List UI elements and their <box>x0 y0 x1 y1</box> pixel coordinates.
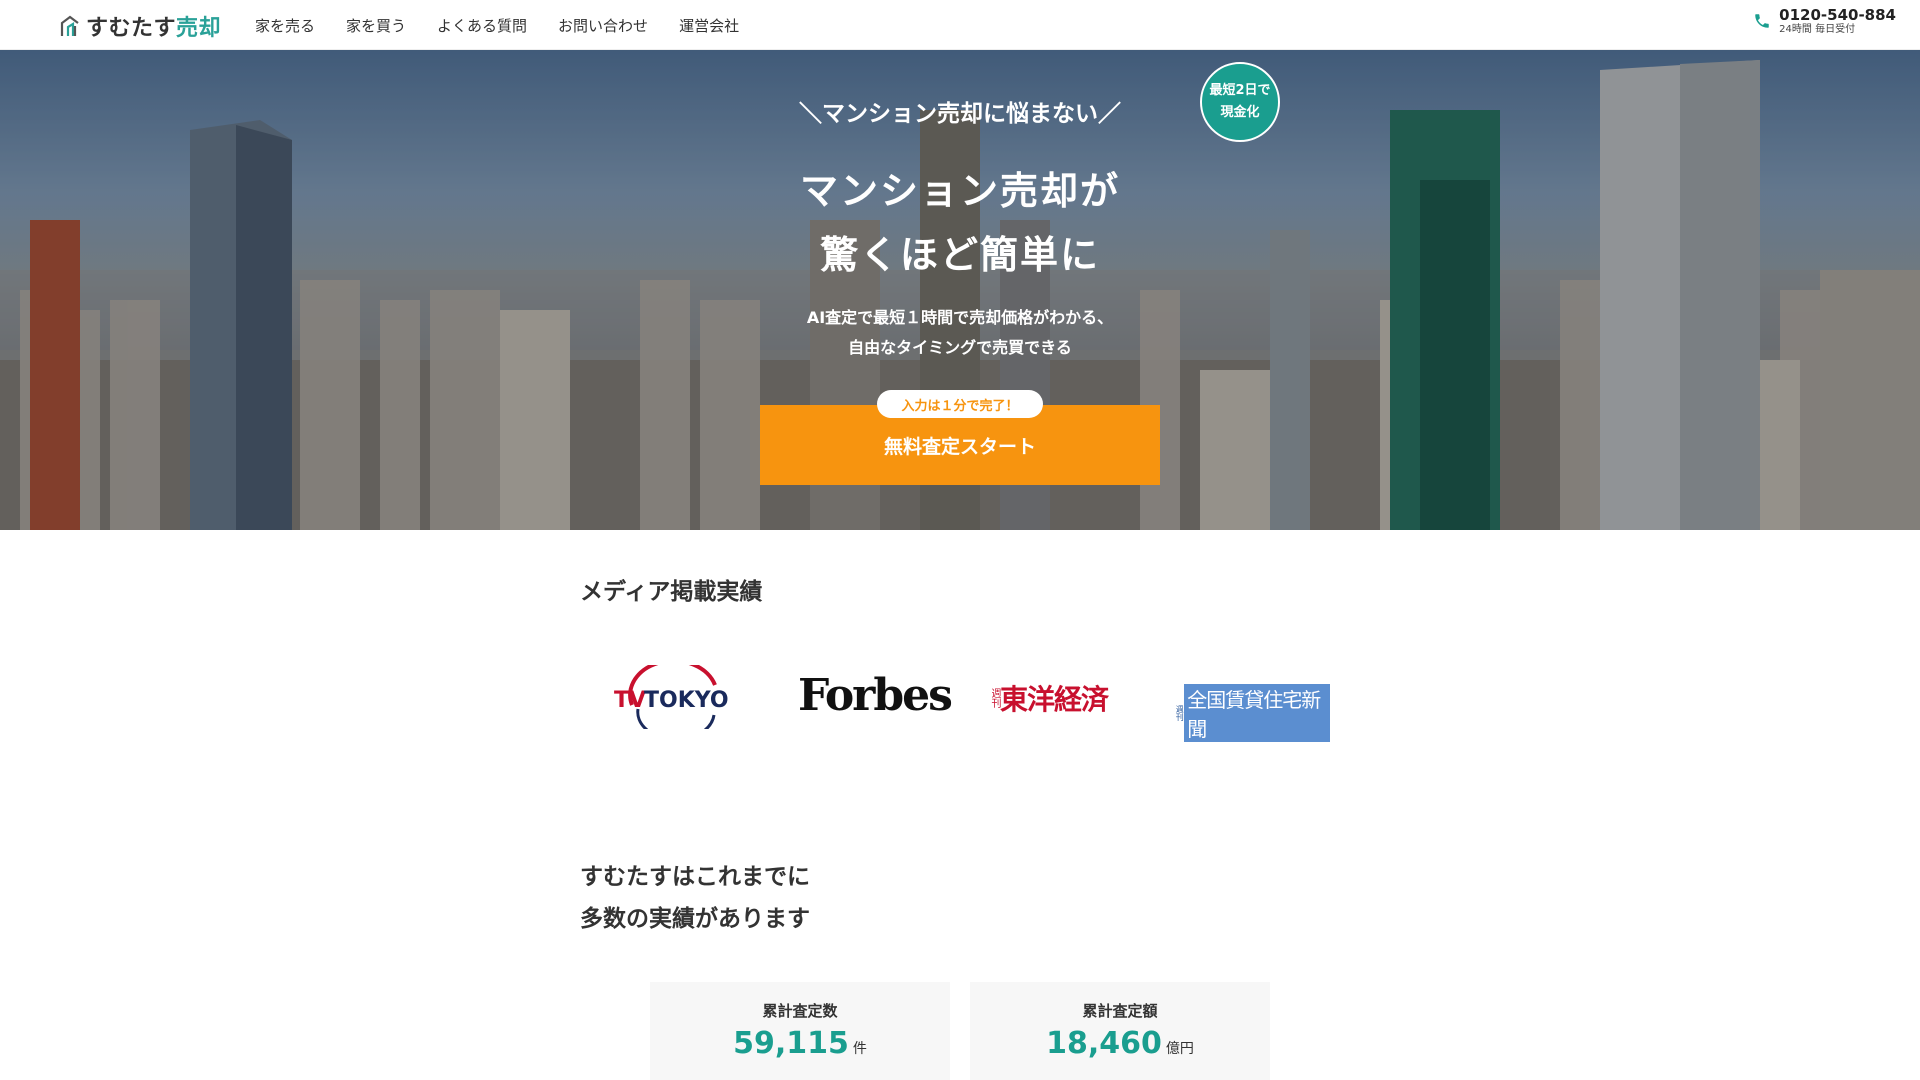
site-logo[interactable]: すむたす売却 <box>60 10 221 42</box>
stat-card-appraisal-amount: 累計査定額 18,460 億円 <box>970 982 1270 1080</box>
nav-contact[interactable]: お問い合わせ <box>558 15 648 36</box>
stat-unit: 件 <box>852 1041 867 1057</box>
cash-badge-line2: 現金化 <box>1220 105 1260 120</box>
logo-text: すむたす売却 <box>86 16 222 41</box>
tv-tokyo-logo: TV TOKYO <box>614 665 729 729</box>
forbes-logo: Forbes <box>798 670 953 721</box>
hero-tagline: ＼マンション売却に悩まない／ <box>799 101 1121 127</box>
media-logo-row: TV TOKYO Forbes 週刊 東洋経済 週刊 全国賃貸住宅新聞 <box>610 660 1330 742</box>
tv-tokyo-name-text: TOKYO <box>644 688 729 713</box>
zenkoku-weekly: 週刊 <box>1175 705 1185 721</box>
site-header: すむたす売却 家を売る 家を買う よくある質問 お問い合わせ 運営会社 0120… <box>0 0 1920 50</box>
phone-hours: 24時間 毎日受付 <box>1779 24 1856 35</box>
stat-label: 累計査定額 <box>1082 1002 1158 1020</box>
hero-description-line2: 自由なタイミングで売買できる <box>848 338 1072 357</box>
tv-tokyo-tv-text: TV <box>614 688 646 713</box>
cash-badge: 最短2日で 現金化 <box>1200 62 1280 142</box>
hero-title-line1: マンション売却が <box>799 169 1120 213</box>
records-title-line1: すむたすはこれまでに <box>580 864 810 890</box>
nav-buy-house[interactable]: 家を買う <box>346 15 406 36</box>
zenkoku-chintai-logo: 週刊 全国賃貸住宅新聞 <box>1175 684 1330 742</box>
stat-value: 59,115 <box>733 1026 849 1061</box>
stat-unit: 億円 <box>1165 1041 1194 1057</box>
toyo-keizai-weekly: 週刊 <box>989 688 1000 708</box>
media-section-title: メディア掲載実績 <box>580 579 763 605</box>
hero-description-line1: AI査定で最短１時間で売却価格がわかる、 <box>806 308 1114 327</box>
stat-value: 18,460 <box>1046 1026 1162 1061</box>
zenkoku-name: 全国賃貸住宅新聞 <box>1184 684 1330 742</box>
nav-sell-house[interactable]: 家を売る <box>255 15 315 36</box>
hero-title-line2: 驚くほど簡単に <box>819 233 1100 277</box>
main-nav: 家を売る 家を買う よくある質問 お問い合わせ 運営会社 <box>255 0 739 50</box>
cash-badge-line1: 最短2日で <box>1209 83 1271 98</box>
phone-icon <box>1755 14 1769 28</box>
stat-card-appraisal-count: 累計査定数 59,115 件 <box>650 982 950 1080</box>
nav-company[interactable]: 運営会社 <box>679 15 739 36</box>
phone-number: 0120-540-884 <box>1779 6 1896 24</box>
records-title-line2: 多数の実績があります <box>580 906 810 932</box>
house-logo-icon <box>60 15 79 36</box>
toyo-keizai-name: 東洋経済 <box>1000 683 1109 716</box>
input-time-pill: 入力は１分で完了！ <box>877 390 1043 418</box>
toyo-keizai-logo: 週刊 東洋経済 <box>988 678 1109 718</box>
stat-label: 累計査定数 <box>762 1002 838 1020</box>
phone-contact[interactable]: 0120-540-884 24時間 毎日受付 <box>1753 6 1896 36</box>
nav-faq[interactable]: よくある質問 <box>437 15 527 36</box>
